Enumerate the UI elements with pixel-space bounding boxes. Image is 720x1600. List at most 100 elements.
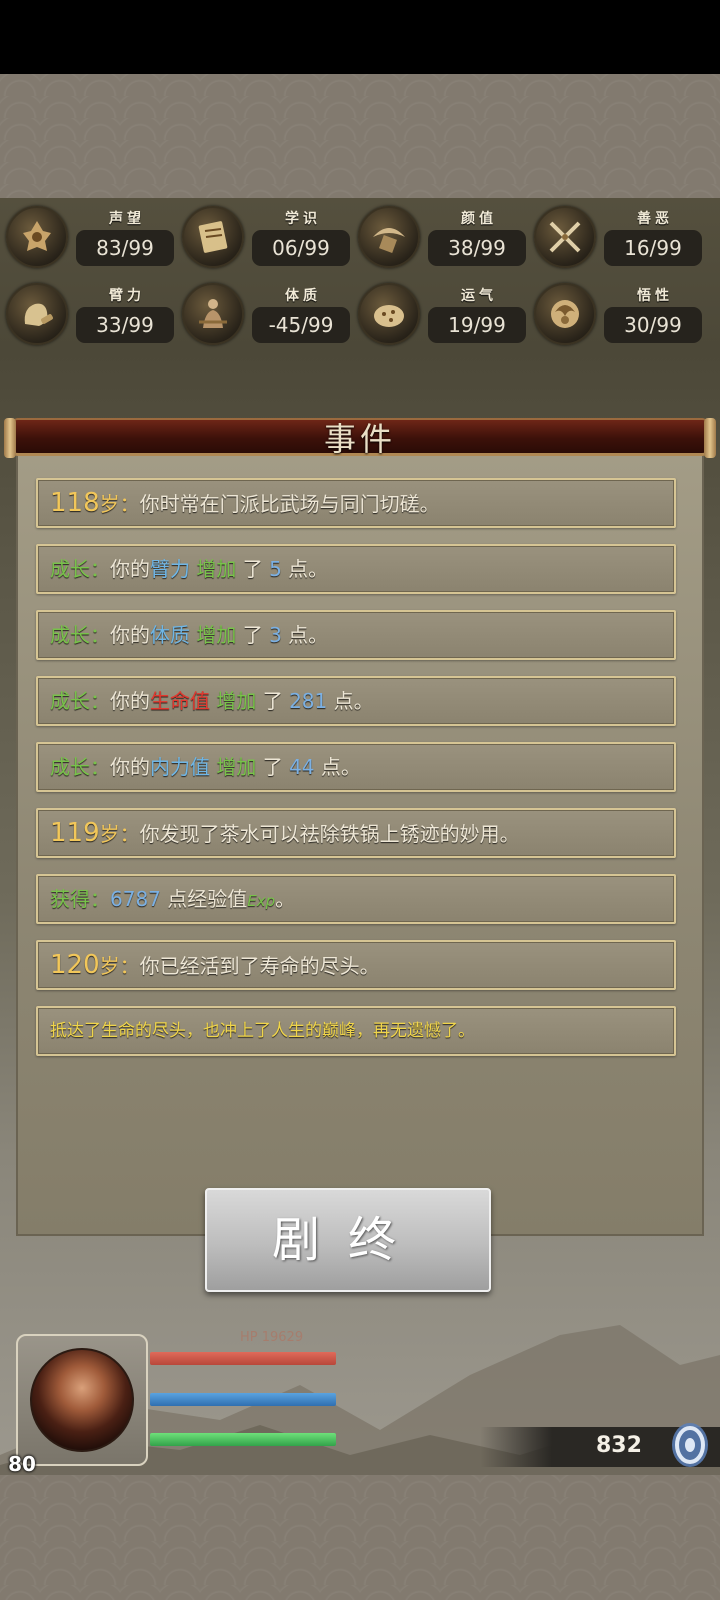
attr-value: 06/99 <box>252 230 350 266</box>
event-entry: 成长：你的内力值 增加 了 44 点。 <box>36 742 676 792</box>
event-verb: 增加 <box>190 557 243 581</box>
attr-value: 38/99 <box>428 230 526 266</box>
attr-label: 体质 <box>285 288 321 304</box>
attr-morality[interactable]: 善恶 16/99 <box>534 204 706 270</box>
decorative-pattern-bottom <box>0 1475 720 1600</box>
event-verb: 增加 <box>190 623 243 647</box>
attr-knowledge[interactable]: 学识 06/99 <box>182 204 354 270</box>
event-prefix: 成长： <box>50 557 110 581</box>
hero-avatar <box>30 1348 134 1452</box>
the-end-button[interactable]: 剧终 <box>205 1188 491 1292</box>
attr-value: 33/99 <box>76 307 174 343</box>
event-prefix: 成长： <box>50 623 110 647</box>
morality-icon <box>534 206 596 268</box>
event-entry: 成长：你的体质 增加 了 3 点。 <box>36 610 676 660</box>
event-text: 你已经活到了寿命的尽头。 <box>139 954 380 978</box>
attr-label: 颜值 <box>461 211 497 227</box>
event-text: 你发现了茶水可以祛除铁锅上锈迹的妙用。 <box>139 822 520 846</box>
luck-icon <box>358 283 420 345</box>
event-pre: 你的 <box>110 689 150 713</box>
event-number: 5 <box>269 557 282 581</box>
event-mid: 了 <box>262 755 290 779</box>
event-prefix: 成长： <box>50 689 110 713</box>
system-status-bar <box>0 0 720 74</box>
currency-value: 832 <box>596 1433 642 1458</box>
attr-value: 83/99 <box>76 230 174 266</box>
constitution-icon <box>182 283 244 345</box>
attr-label: 声望 <box>109 211 145 227</box>
event-attr: 生命值 <box>150 689 210 713</box>
event-age-unit: 岁： <box>99 822 140 846</box>
exp-icon: Exp <box>247 892 276 910</box>
events-title: 事件 <box>323 420 396 458</box>
attr-value: 16/99 <box>604 230 702 266</box>
attr-fame[interactable]: 声望 83/99 <box>6 204 178 270</box>
attr-constitution[interactable]: 体质 -45/99 <box>182 281 354 347</box>
event-end: 点。 <box>281 623 329 647</box>
attr-strength[interactable]: 臂力 33/99 <box>6 281 178 347</box>
event-pre: 你的 <box>110 755 150 779</box>
event-pre: 你的 <box>110 557 150 581</box>
event-text: 点经验值 <box>160 887 248 911</box>
event-age: 119 <box>50 818 100 848</box>
game-area: 声望 83/99 学识 06/99 颜值 38/99 善恶 16/99 臂力 3… <box>0 198 720 1475</box>
event-text: 你时常在门派比武场与同门切磋。 <box>139 492 440 516</box>
attr-label: 学识 <box>285 211 321 227</box>
event-mid: 了 <box>242 623 270 647</box>
hero-level: 80 <box>8 1452 36 1476</box>
events-paper[interactable]: 118岁：你时常在门派比武场与同门切磋。 成长：你的臂力 增加 了 5 点。 成… <box>16 456 704 1236</box>
attr-appearance[interactable]: 颜值 38/99 <box>358 204 530 270</box>
event-attr: 内力值 <box>150 755 210 779</box>
event-number: 44 <box>289 755 315 779</box>
event-end: 点。 <box>281 557 329 581</box>
hero-portrait-frame[interactable] <box>16 1334 148 1466</box>
event-verb: 增加 <box>210 689 263 713</box>
event-age-unit: 岁： <box>99 492 140 516</box>
event-entry: 抵达了生命的尽头，也冲上了人生的巅峰，再无遗憾了。 <box>36 1006 676 1056</box>
event-end: 。 <box>275 887 296 911</box>
comprehension-icon <box>534 283 596 345</box>
event-entry: 119岁：你发现了茶水可以祛除铁锅上锈迹的妙用。 <box>36 808 676 858</box>
event-attr: 体质 <box>150 623 190 647</box>
attr-luck[interactable]: 运气 19/99 <box>358 281 530 347</box>
event-number: 6787 <box>110 887 161 911</box>
event-mid: 了 <box>262 689 290 713</box>
mp-bar <box>150 1393 336 1406</box>
event-prefix: 成长： <box>50 755 110 779</box>
attr-value: -45/99 <box>252 307 350 343</box>
appearance-icon <box>358 206 420 268</box>
event-age-unit: 岁： <box>99 954 140 978</box>
knowledge-icon <box>182 206 244 268</box>
event-number: 3 <box>269 623 282 647</box>
attr-value: 30/99 <box>604 307 702 343</box>
attr-value: 19/99 <box>428 307 526 343</box>
attr-label: 善恶 <box>637 211 673 227</box>
decorative-pattern-top <box>0 74 720 198</box>
event-entry: 120岁：你已经活到了寿命的尽头。 <box>36 940 676 990</box>
attr-label: 运气 <box>461 288 497 304</box>
event-attr: 臂力 <box>150 557 190 581</box>
attr-label: 悟性 <box>637 288 673 304</box>
coin-icon[interactable] <box>668 1420 712 1470</box>
attr-label: 臂力 <box>109 288 145 304</box>
event-end: 点。 <box>314 755 361 779</box>
event-end: 点。 <box>327 689 374 713</box>
event-age: 120 <box>50 950 100 980</box>
event-verb: 增加 <box>210 755 263 779</box>
event-entry: 成长：你的生命值 增加 了 281 点。 <box>36 676 676 726</box>
event-entry: 成长：你的臂力 增加 了 5 点。 <box>36 544 676 594</box>
event-age: 118 <box>50 488 100 518</box>
attr-comprehension[interactable]: 悟性 30/99 <box>534 281 706 347</box>
event-entry: 118岁：你时常在门派比武场与同门切磋。 <box>36 478 676 528</box>
strength-icon <box>6 283 68 345</box>
event-pre: 你的 <box>110 623 150 647</box>
hp-label: HP 19629 <box>240 1330 304 1345</box>
event-entry: 获得：6787 点经验值Exp。 <box>36 874 676 924</box>
event-text: 抵达了生命的尽头，也冲上了人生的巅峰，再无遗憾了。 <box>50 1021 475 1041</box>
event-number: 281 <box>289 689 328 713</box>
stamina-bar <box>150 1433 336 1446</box>
hp-bar <box>150 1352 336 1365</box>
event-mid: 了 <box>242 557 270 581</box>
event-prefix: 获得： <box>50 887 110 911</box>
fame-icon <box>6 206 68 268</box>
